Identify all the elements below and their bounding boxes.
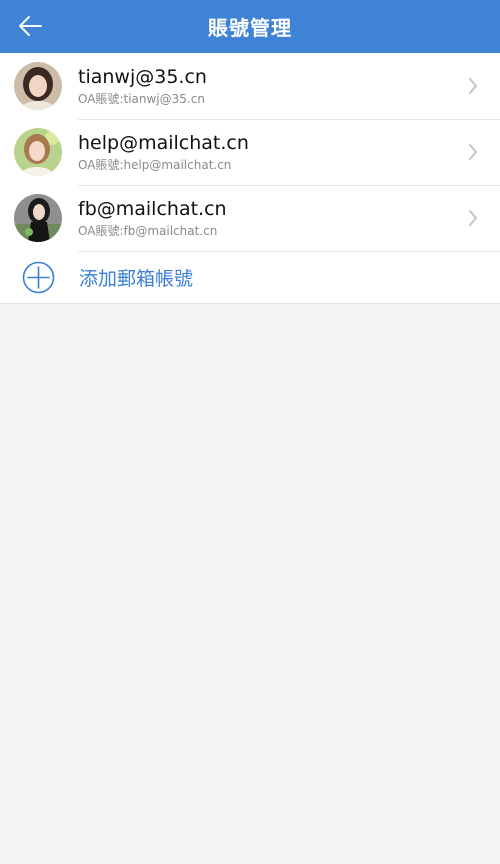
back-button[interactable]: [16, 13, 44, 39]
account-row-fb[interactable]: fb@mailchat.cn OA賬號:fb@mailchat.cn: [0, 185, 500, 251]
account-email: help@mailchat.cn: [78, 131, 249, 154]
add-account-button[interactable]: 添加郵箱帳號: [0, 251, 500, 303]
chevron-right-icon: [469, 210, 477, 226]
plus-circle-icon: [22, 261, 55, 293]
account-row-tianwj[interactable]: tianwj@35.cn OA賬號:tianwj@35.cn: [0, 53, 500, 119]
avatar: [14, 194, 62, 242]
add-account-label: 添加郵箱帳號: [79, 267, 194, 290]
account-list: tianwj@35.cn OA賬號:tianwj@35.cn help@mail…: [0, 53, 500, 303]
oa-account-label: OA賬號:help@mailchat.cn: [78, 157, 232, 172]
account-row-help[interactable]: help@mailchat.cn OA賬號:help@mailchat.cn: [0, 119, 500, 185]
chevron-right-icon: [469, 78, 477, 94]
account-email: tianwj@35.cn: [78, 65, 207, 88]
list-divider: [0, 303, 500, 304]
chevron-right-icon: [469, 144, 477, 160]
avatar: [14, 128, 62, 176]
oa-account-label: OA賬號:fb@mailchat.cn: [78, 223, 218, 238]
avatar: [14, 62, 62, 110]
oa-account-label: OA賬號:tianwj@35.cn: [78, 91, 205, 106]
top-bar: 賬號管理: [0, 0, 500, 53]
account-email: fb@mailchat.cn: [78, 197, 227, 220]
arrow-left-icon: [19, 16, 42, 36]
page-title: 賬號管理: [208, 16, 292, 40]
